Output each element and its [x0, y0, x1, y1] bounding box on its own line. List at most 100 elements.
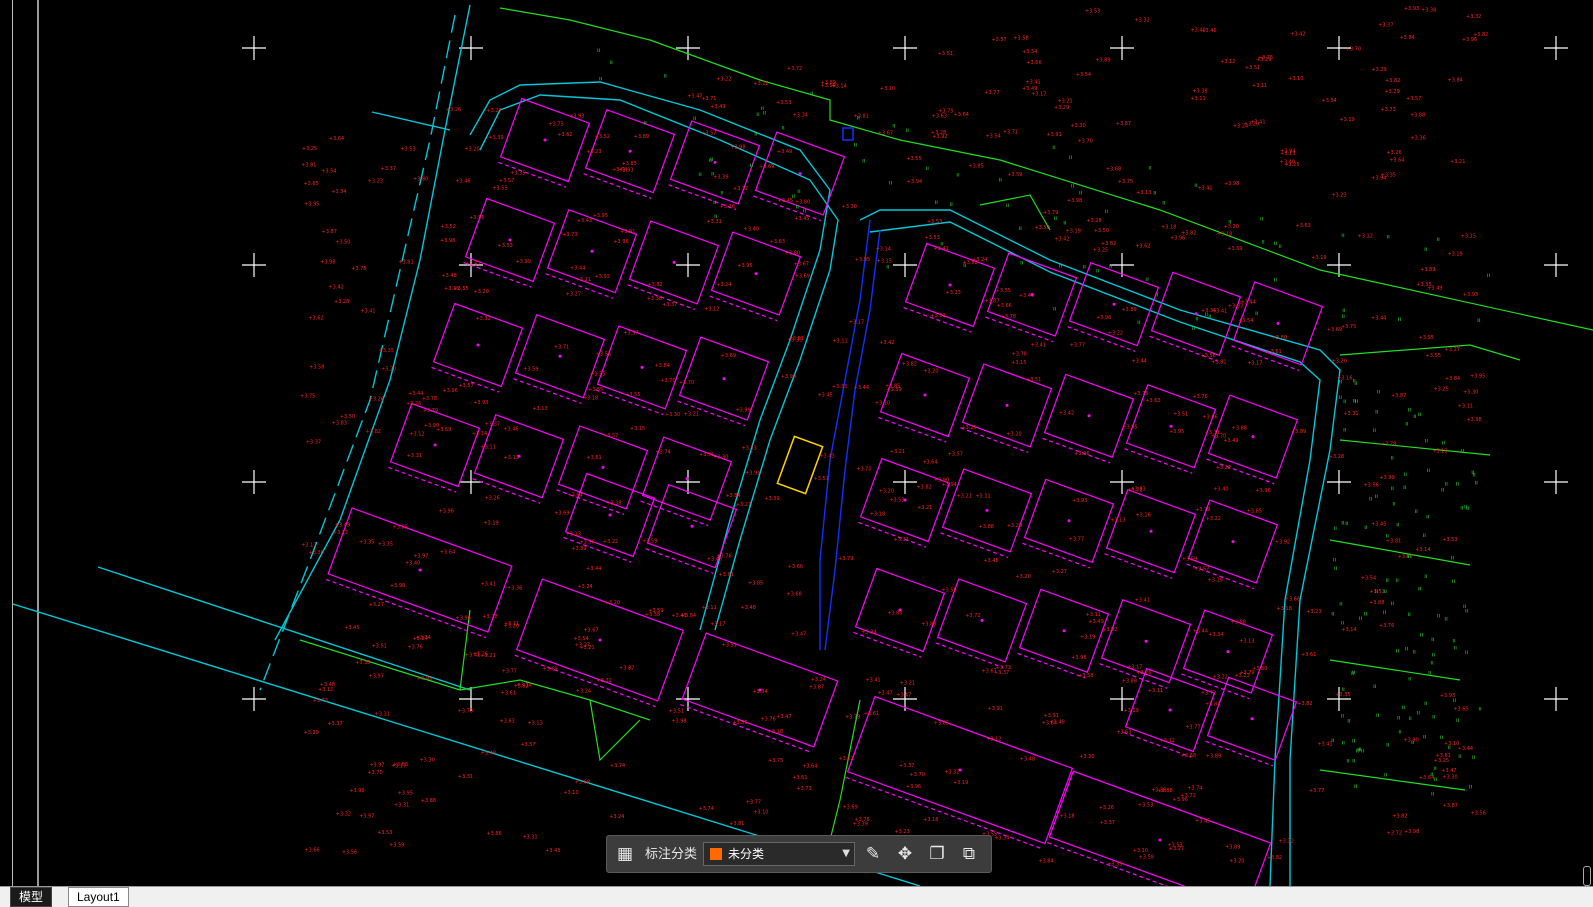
svg-text:+3.53: +3.53	[1442, 537, 1457, 543]
svg-text:+3.34: +3.34	[752, 689, 767, 695]
svg-text:+3.38: +3.38	[647, 296, 662, 302]
svg-text:+3.63: +3.63	[1116, 730, 1131, 736]
svg-text:+3.41: +3.41	[1025, 80, 1040, 86]
svg-text:+3.89: +3.89	[634, 134, 649, 140]
svg-text:ıı: ıı	[1391, 485, 1395, 492]
svg-text:+3.45: +3.45	[794, 216, 809, 222]
svg-text:+3.27: +3.27	[736, 502, 751, 508]
svg-text:+3.21: +3.21	[900, 681, 915, 687]
svg-text:+3.76: +3.76	[407, 645, 422, 651]
edit-icon[interactable]: ✎	[861, 842, 885, 866]
svg-text:+3.65: +3.65	[1453, 706, 1468, 712]
svg-text:+3.32: +3.32	[597, 678, 612, 684]
svg-text:+3.77: +3.77	[1185, 724, 1200, 730]
svg-text:ıı: ıı	[1341, 232, 1345, 239]
svg-text:+3.15: +3.15	[1011, 360, 1026, 366]
svg-text:+3.35: +3.35	[359, 539, 374, 545]
svg-text:+3.72: +3.72	[787, 66, 802, 72]
scroll-handle[interactable]	[1583, 866, 1591, 886]
svg-text:+3.21: +3.21	[957, 494, 972, 500]
svg-text:+3.88: +3.88	[1231, 619, 1246, 625]
svg-text:+3.84: +3.84	[1205, 702, 1220, 708]
svg-text:ıı: ıı	[1408, 406, 1412, 413]
svg-text:+3.72: +3.72	[1201, 691, 1216, 697]
svg-text:+3.68: +3.68	[1106, 167, 1121, 173]
svg-text:ıı: ıı	[1464, 503, 1468, 510]
svg-text:+3.93: +3.93	[1404, 6, 1419, 12]
svg-text:+3.71: +3.71	[554, 344, 569, 350]
svg-text:+3.20: +3.20	[1332, 358, 1347, 364]
svg-text:+3.75: +3.75	[768, 758, 783, 764]
svg-text:+3.89: +3.89	[1095, 57, 1110, 63]
svg-text:+3.54: +3.54	[1022, 49, 1037, 55]
move-icon[interactable]: ✥	[893, 842, 917, 866]
svg-text:+3.56: +3.56	[342, 849, 357, 855]
svg-text:ıı: ıı	[1155, 292, 1159, 299]
svg-text:+3.59: +3.59	[1007, 172, 1022, 178]
svg-text:+3.22: +3.22	[716, 76, 731, 82]
svg-text:+3.13: +3.13	[1110, 518, 1125, 524]
svg-text:ıı: ıı	[1475, 480, 1479, 487]
svg-text:+3.80: +3.80	[887, 610, 902, 616]
svg-text:ıı: ıı	[1444, 616, 1448, 623]
svg-text:+3.66: +3.66	[788, 564, 803, 570]
svg-text:+3.11: +3.11	[1252, 83, 1267, 89]
svg-text:+3.31: +3.31	[1343, 411, 1358, 417]
svg-text:ıı: ıı	[1453, 697, 1457, 704]
paste-icon[interactable]: ⧉	[957, 842, 981, 866]
svg-text:+3.96: +3.96	[1462, 37, 1477, 43]
svg-text:+3.30: +3.30	[1070, 123, 1085, 129]
svg-text:+3.14: +3.14	[1415, 547, 1430, 553]
svg-text:+3.89: +3.89	[1121, 307, 1136, 313]
svg-text:+3.80: +3.80	[413, 177, 428, 183]
svg-text:+3.51: +3.51	[938, 51, 953, 57]
annotation-category-select[interactable]: 未分类 ▼	[703, 842, 855, 866]
copy-icon[interactable]: ❐	[925, 842, 949, 866]
svg-text:ıı: ıı	[1418, 411, 1422, 418]
category-select-value: 未分类	[728, 847, 765, 861]
svg-text:ıı: ıı	[1412, 649, 1416, 656]
svg-text:+3.72: +3.72	[482, 614, 497, 620]
svg-text:ıı: ıı	[1424, 246, 1428, 253]
svg-text:+3.97: +3.97	[369, 762, 384, 768]
svg-text:+3.81: +3.81	[930, 313, 945, 319]
svg-text:+3.27: +3.27	[486, 108, 501, 114]
svg-text:ıı: ıı	[1343, 426, 1347, 433]
svg-text:+3.53: +3.53	[925, 235, 940, 241]
svg-text:+3.70: +3.70	[910, 772, 925, 778]
svg-text:+3.13: +3.13	[566, 531, 581, 537]
svg-text:+3.32: +3.32	[336, 811, 351, 817]
grid-icon[interactable]: ▦	[613, 842, 637, 866]
svg-text:+3.12: +3.12	[1160, 738, 1175, 744]
svg-text:ıı: ıı	[1342, 740, 1346, 747]
tab-model[interactable]: 模型	[10, 887, 53, 907]
svg-text:ıı: ıı	[1341, 686, 1345, 693]
svg-text:+3.98: +3.98	[390, 583, 405, 589]
svg-text:+3.19: +3.19	[1208, 577, 1223, 583]
svg-text:ıı: ıı	[1145, 276, 1149, 283]
svg-text:+3.87: +3.87	[1391, 393, 1406, 399]
cad-drawing-canvas[interactable]: +3.20+3.55+3.63+3.80+3.54+3.24+3.25+3.97…	[0, 0, 1593, 886]
svg-text:+3.88: +3.88	[1369, 600, 1384, 606]
svg-text:ıı: ıı	[1433, 765, 1437, 772]
svg-text:+3.17: +3.17	[1247, 360, 1262, 366]
svg-text:+3.26: +3.26	[1386, 150, 1401, 156]
svg-text:+3.13: +3.13	[1239, 639, 1254, 645]
svg-text:+3.67: +3.67	[794, 262, 809, 268]
svg-text:+3.69: +3.69	[795, 274, 810, 280]
svg-text:+3.13: +3.13	[1136, 190, 1151, 196]
svg-text:+3.93: +3.93	[595, 274, 610, 280]
svg-text:ıı: ıı	[1331, 737, 1335, 744]
svg-text:+3.76: +3.76	[1136, 670, 1151, 676]
svg-text:ıı: ıı	[1192, 325, 1196, 332]
svg-text:+3.50: +3.50	[340, 414, 355, 420]
svg-text:+3.68: +3.68	[1181, 753, 1196, 759]
tab-layout1[interactable]: Layout1	[68, 887, 129, 907]
svg-text:+3.89: +3.89	[1225, 845, 1240, 851]
svg-text:+3.56: +3.56	[1470, 811, 1485, 817]
svg-text:ıı: ıı	[1384, 772, 1388, 779]
svg-text:+3.24: +3.24	[576, 689, 591, 695]
svg-text:+3.41: +3.41	[1031, 343, 1046, 349]
svg-text:ıı: ıı	[1375, 588, 1379, 595]
svg-text:+3.11: +3.11	[1458, 403, 1473, 409]
